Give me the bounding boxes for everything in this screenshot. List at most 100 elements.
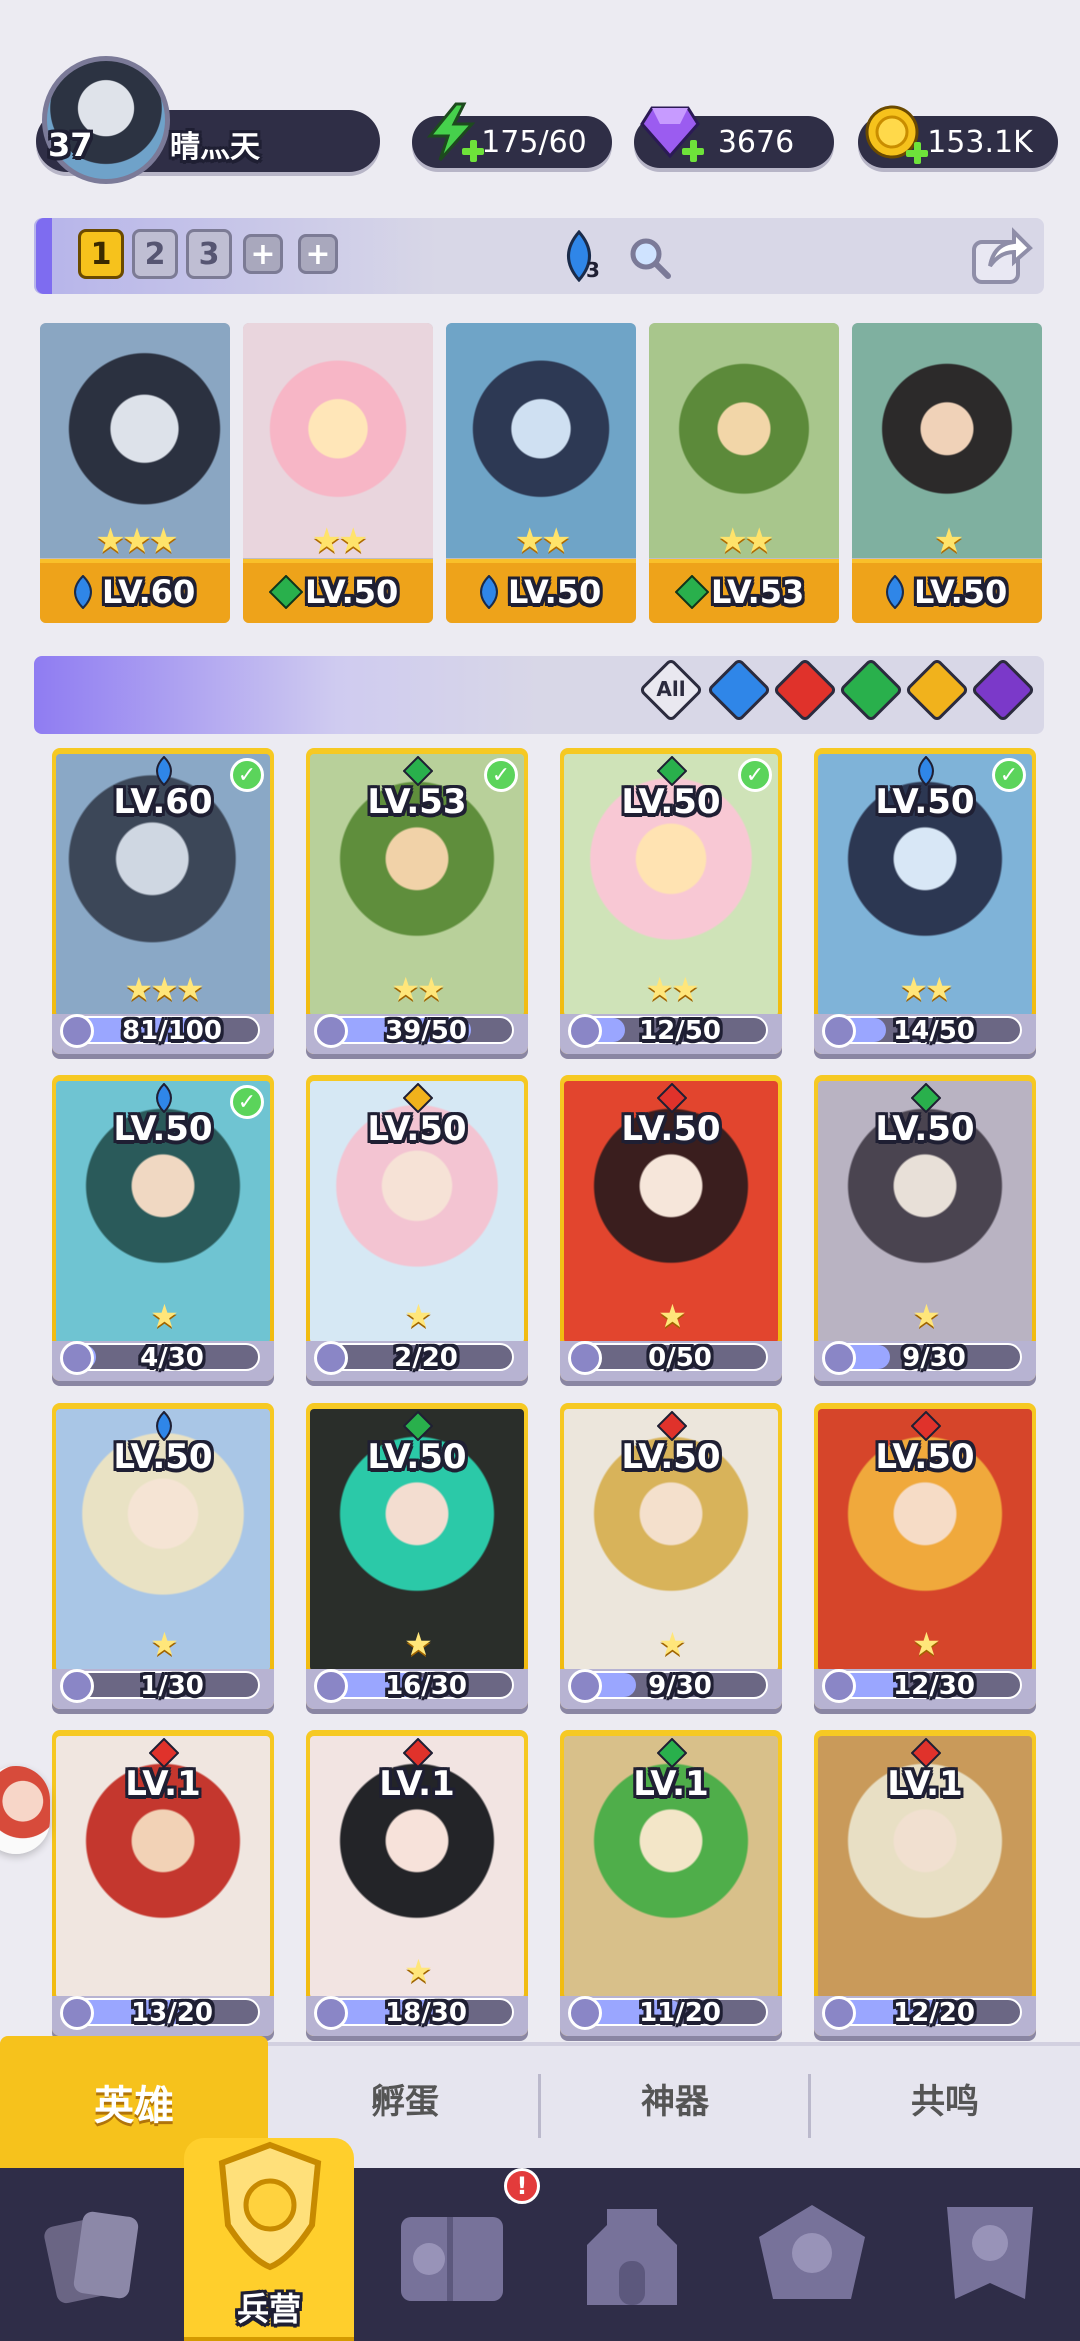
hero-card[interactable]: ✓ LV.50 ★★ 14/50: [814, 748, 1036, 1054]
hero-stars: ★: [404, 1625, 433, 1663]
team-slot-1[interactable]: ★★★ LV.60: [40, 323, 230, 623]
hero-card[interactable]: ✓ LV.50 ★★ 12/50: [560, 748, 782, 1054]
hero-stars: ★: [150, 1625, 179, 1663]
shard-count: 2/20: [394, 1343, 458, 1373]
shard-count: 9/30: [902, 1343, 966, 1373]
hero-card[interactable]: ✓ LV.53 ★★ 39/50: [306, 748, 528, 1054]
water-element-icon: [480, 575, 498, 609]
coin-plus-icon[interactable]: [906, 142, 928, 164]
filter-all-label: All: [656, 677, 686, 701]
castle-icon: [587, 2208, 677, 2305]
team-stars: ★★: [514, 521, 572, 561]
shard-count: 11/20: [639, 1998, 721, 2028]
hero-stars: ★: [150, 1297, 179, 1335]
hero-level: LV.60: [113, 782, 213, 822]
floating-helper-avatar[interactable]: [0, 1766, 50, 1854]
team-stars: ★★: [311, 521, 369, 561]
tab-artifact[interactable]: 神器: [540, 2042, 810, 2154]
shard-icon: [314, 1014, 348, 1048]
shard-icon: [60, 1014, 94, 1048]
team-slot-5[interactable]: ★ LV.50: [852, 323, 1042, 623]
shard-icon: [822, 1669, 856, 1703]
hero-level: LV.1: [633, 1764, 709, 1804]
hero-stars: ★: [404, 1297, 433, 1335]
gem-plus-icon[interactable]: [682, 140, 704, 162]
nav-castle[interactable]: [542, 2168, 722, 2341]
nav-barracks-label: 兵营: [236, 2290, 301, 2328]
shard-count: 12/50: [639, 1016, 721, 1046]
shard-count: 1/30: [140, 1671, 204, 1701]
shard-count: 14/50: [893, 1016, 975, 1046]
shard-icon: [822, 1014, 856, 1048]
hero-card[interactable]: LV.50 ★ 9/30: [560, 1403, 782, 1709]
hero-card[interactable]: LV.50 ★ 1/30: [52, 1403, 274, 1709]
shard-icon: [60, 1996, 94, 2030]
tab-team-3[interactable]: 3: [186, 229, 232, 279]
shard-count: 13/20: [131, 1998, 213, 2028]
team-stars: ★★: [717, 521, 775, 561]
hero-level: LV.1: [125, 1764, 201, 1804]
share-icon[interactable]: [970, 224, 1034, 286]
water-element-icon: [886, 575, 904, 609]
team-slot-2[interactable]: ★★ LV.50: [243, 323, 433, 623]
hero-stars: ★★: [899, 970, 953, 1008]
hero-level: LV.50: [367, 1109, 467, 1149]
guild-icon: [759, 2204, 865, 2299]
shard-icon: [60, 1669, 94, 1703]
team-level: LV.60: [102, 573, 196, 611]
barracks-shield-icon: [218, 2141, 322, 2271]
team-level: LV.50: [508, 573, 602, 611]
shard-icon: [568, 1669, 602, 1703]
hero-card[interactable]: ✓ LV.50 ★ 4/30: [52, 1075, 274, 1381]
hero-card[interactable]: LV.1 11/20: [560, 1730, 782, 2036]
nature-element-icon: [675, 575, 709, 609]
team-stars: ★★★: [95, 521, 178, 561]
energy-plus-icon[interactable]: [462, 140, 484, 162]
shard-count: 12/30: [893, 1671, 975, 1701]
nav-cards[interactable]: [0, 2168, 180, 2341]
hero-stars: ★: [658, 1625, 687, 1663]
team-level: LV.50: [305, 573, 399, 611]
hero-stars: ★: [912, 1625, 941, 1663]
notification-badge: !: [504, 2168, 540, 2204]
tab-resonance[interactable]: 共鸣: [810, 2042, 1080, 2154]
hero-card[interactable]: LV.50 ★ 9/30: [814, 1075, 1036, 1381]
hero-card[interactable]: LV.1 12/20: [814, 1730, 1036, 2036]
energy-value: 175/60: [481, 124, 587, 160]
nav-clan[interactable]: [900, 2168, 1080, 2341]
add-team-button[interactable]: +: [243, 234, 283, 274]
hero-card[interactable]: LV.50 ★ 16/30: [306, 1403, 528, 1709]
hero-card[interactable]: ✓ LV.60 ★★★ 81/100: [52, 748, 274, 1054]
hero-card[interactable]: LV.50 ★ 12/30: [814, 1403, 1036, 1709]
shard-icon: [822, 1341, 856, 1375]
hero-level: LV.50: [367, 1437, 467, 1477]
nav-barracks[interactable]: [180, 2130, 360, 2280]
shard-count: 9/30: [648, 1671, 712, 1701]
hero-card[interactable]: LV.1 13/20: [52, 1730, 274, 2036]
add-team-button-2[interactable]: +: [298, 234, 338, 274]
tab-team-1[interactable]: 1: [78, 229, 124, 279]
clan-banner-icon: [947, 2206, 1033, 2299]
shard-icon: [314, 1669, 348, 1703]
team-slot-3[interactable]: ★★ LV.50: [446, 323, 636, 623]
tab-team-2[interactable]: 2: [132, 229, 178, 279]
hero-stars: ★★★: [124, 970, 204, 1008]
player-avatar[interactable]: [42, 56, 170, 184]
cards-icon: [44, 2211, 139, 2303]
hero-card[interactable]: LV.50 ★ 2/20: [306, 1075, 528, 1381]
team-level: LV.53: [711, 573, 805, 611]
team-slot-4[interactable]: ★★ LV.53: [649, 323, 839, 623]
hero-level: LV.1: [887, 1764, 963, 1804]
hero-card[interactable]: LV.50 ★ 0/50: [560, 1075, 782, 1381]
nature-element-icon: [269, 575, 303, 609]
hero-stars: ★★: [645, 970, 699, 1008]
nav-guild[interactable]: [722, 2168, 902, 2341]
search-icon[interactable]: [626, 234, 672, 280]
shard-icon: [568, 1996, 602, 2030]
shard-icon: [60, 1341, 94, 1375]
team-level: LV.50: [914, 573, 1008, 611]
hero-card[interactable]: LV.1 ★ 18/30: [306, 1730, 528, 2036]
player-name: 晴灬天: [170, 130, 260, 165]
shard-count: 12/20: [893, 1998, 975, 2028]
hero-level: LV.53: [367, 782, 467, 822]
